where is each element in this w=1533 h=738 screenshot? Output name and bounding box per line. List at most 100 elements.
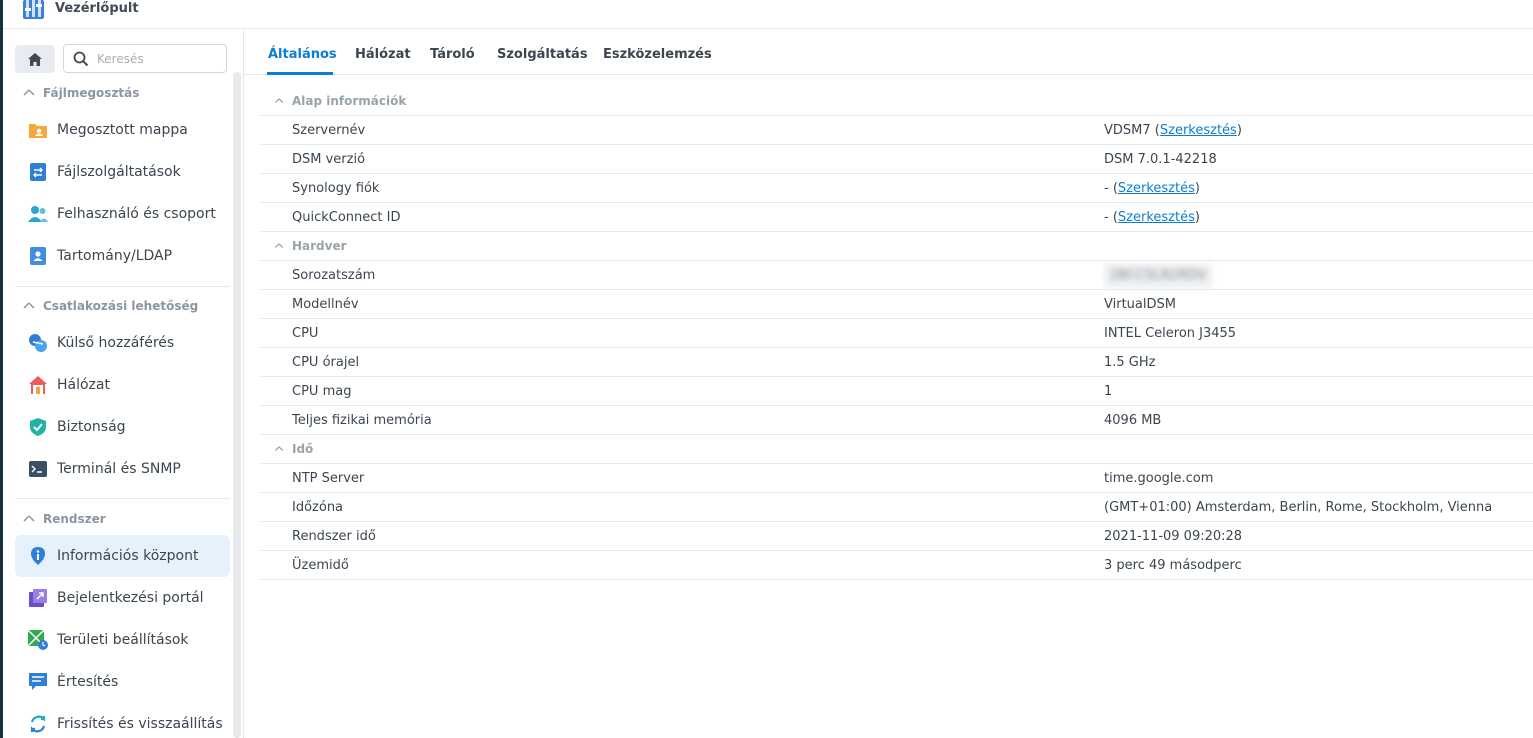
tab-device-analytics[interactable]: Eszközelemzés	[603, 47, 712, 62]
domain-icon	[27, 245, 49, 267]
shield-icon	[27, 416, 49, 438]
sidebar-item-label: Fájlszolgáltatások	[57, 164, 181, 180]
notification-icon	[27, 671, 49, 693]
edit-server-name-link[interactable]: Szerkesztés	[1160, 123, 1237, 138]
info-row-quickconnect-id: QuickConnect ID - (Szerkesztés)	[260, 203, 1533, 232]
section-divider	[15, 498, 230, 499]
row-value: INTEL Celeron J3455	[1104, 326, 1237, 341]
row-value: VDSM7 (Szerkesztés)	[1104, 123, 1242, 138]
row-key: CPU mag	[292, 384, 352, 399]
users-icon	[27, 203, 49, 225]
sidebar-item-label: Megosztott mappa	[57, 122, 188, 138]
search-input[interactable]: Keresés	[63, 44, 227, 73]
tab-general[interactable]: Általános	[268, 47, 337, 62]
chevron-up-icon	[275, 98, 284, 103]
row-value: 4096 MB	[1104, 413, 1162, 428]
group-title: Hardver	[292, 239, 347, 253]
section-divider	[15, 286, 230, 287]
info-row-synology-account: Synology fiók - (Szerkesztés)	[260, 174, 1533, 203]
home-button[interactable]	[15, 45, 55, 73]
title-bar: Vezérlőpult	[3, 0, 1533, 29]
section-header-file-sharing[interactable]: Fájlmegosztás	[15, 86, 139, 100]
row-value: 3 perc 49 másodperc	[1104, 558, 1242, 573]
chevron-up-icon	[23, 89, 35, 96]
row-key: CPU	[292, 326, 319, 341]
info-row-ntp-server: NTP Server time.google.com	[260, 464, 1533, 493]
home-icon	[28, 52, 42, 66]
row-value: - (Szerkesztés)	[1104, 210, 1200, 225]
group-header-basic-info[interactable]: Alap információk	[260, 87, 1533, 116]
row-key: NTP Server	[292, 471, 365, 486]
row-key: Synology fiók	[292, 181, 380, 196]
row-key: Teljes fizikai memória	[292, 413, 432, 428]
row-value: 1.5 GHz	[1104, 355, 1156, 370]
sidebar-item-security[interactable]: Biztonság	[15, 406, 230, 448]
sidebar-item-label: Területi beállítások	[57, 632, 189, 648]
row-key: Szervernév	[292, 123, 366, 138]
sidebar-item-login-portal[interactable]: Bejelentkezési portál	[15, 577, 230, 619]
row-value: VirtualDSM	[1104, 297, 1176, 312]
update-icon	[27, 713, 49, 735]
external-access-icon	[27, 332, 49, 354]
network-house-icon	[27, 374, 49, 396]
group-header-hardware[interactable]: Hardver	[260, 232, 1533, 261]
edit-synology-account-link[interactable]: Szerkesztés	[1118, 181, 1195, 196]
sidebar-item-terminal-snmp[interactable]: Terminál és SNMP	[15, 448, 230, 490]
sidebar-item-network[interactable]: Hálózat	[15, 364, 230, 406]
group-header-time[interactable]: Idő	[260, 435, 1533, 464]
row-value: 1	[1104, 384, 1113, 399]
sidebar-item-label: Felhasználó és csoport	[57, 206, 216, 222]
sidebar-item-label: Biztonság	[57, 419, 126, 435]
sidebar-item-label: Külső hozzáférés	[57, 335, 175, 351]
sidebar-item-external-access[interactable]: Külső hozzáférés	[15, 322, 230, 364]
sidebar-item-notification[interactable]: Értesítés	[15, 661, 230, 703]
search-placeholder: Keresés	[97, 52, 144, 66]
chevron-up-icon	[275, 243, 284, 248]
info-row-model-name: Modellnév VirtualDSM	[260, 290, 1533, 319]
terminal-icon	[27, 458, 49, 480]
search-icon	[73, 51, 89, 67]
main-panel: Általános Hálózat Tároló Szolgáltatás Es…	[244, 29, 1533, 738]
section-label: Csatlakozási lehetőség	[43, 299, 199, 313]
sidebar-item-domain-ldap[interactable]: Tartomány/LDAP	[15, 235, 230, 277]
section-header-system[interactable]: Rendszer	[15, 512, 106, 526]
section-header-connectivity[interactable]: Csatlakozási lehetőség	[15, 299, 198, 313]
row-value: (GMT+01:00) Amsterdam, Berlin, Rome, Sto…	[1104, 500, 1493, 515]
chevron-up-icon	[23, 302, 35, 309]
tab-network[interactable]: Hálózat	[355, 47, 411, 62]
sidebar-item-label: Bejelentkezési portál	[57, 590, 204, 606]
regional-icon	[27, 629, 49, 651]
info-row-uptime: Üzemidő 3 perc 49 másodperc	[260, 551, 1533, 580]
row-key: Üzemidő	[292, 558, 349, 573]
sidebar-item-users[interactable]: Felhasználó és csoport	[15, 193, 230, 235]
sidebar-item-shared-folder[interactable]: Megosztott mappa	[15, 109, 230, 151]
control-panel-app-icon	[23, 0, 44, 19]
value-text: -	[1104, 210, 1109, 225]
tab-bar: Általános Hálózat Tároló Szolgáltatás Es…	[244, 29, 1533, 75]
row-value: DSM 7.0.1-42218	[1104, 152, 1217, 167]
info-row-cpu-cores: CPU mag 1	[260, 377, 1533, 406]
sidebar-item-update-restore[interactable]: Frissítés és visszaállítás	[15, 703, 230, 738]
sidebar-item-info-center[interactable]: Információs központ	[15, 535, 230, 577]
row-value: 2021-11-09 09:20:28	[1104, 529, 1243, 544]
tab-storage[interactable]: Tároló	[430, 47, 475, 62]
edit-quickconnect-link[interactable]: Szerkesztés	[1118, 210, 1195, 225]
sidebar-item-file-services[interactable]: Fájlszolgáltatások	[15, 151, 230, 193]
sidebar-item-label: Terminál és SNMP	[57, 461, 181, 477]
value-text: VDSM7	[1104, 123, 1151, 138]
sidebar-item-label: Értesítés	[57, 674, 119, 690]
row-key: CPU órajel	[292, 355, 360, 370]
info-row-total-memory: Teljes fizikai memória 4096 MB	[260, 406, 1533, 435]
login-portal-icon	[27, 587, 49, 609]
info-row-serial-number: Sorozatszám 2BCCSLN2RDV	[260, 261, 1533, 290]
tab-service[interactable]: Szolgáltatás	[497, 47, 588, 62]
file-services-icon	[27, 161, 49, 183]
sidebar-scrollbar[interactable]	[233, 72, 241, 738]
info-row-server-name: Szervernév VDSM7 (Szerkesztés)	[260, 116, 1533, 145]
shared-folder-icon	[27, 119, 49, 141]
sidebar-item-regional[interactable]: Területi beállítások	[15, 619, 230, 661]
row-key: DSM verzió	[292, 152, 366, 167]
row-key: QuickConnect ID	[292, 210, 401, 225]
sidebar-item-label: Információs központ	[57, 548, 199, 564]
blurred-serial-number: 2BCCSLN2RDV	[1104, 263, 1213, 288]
